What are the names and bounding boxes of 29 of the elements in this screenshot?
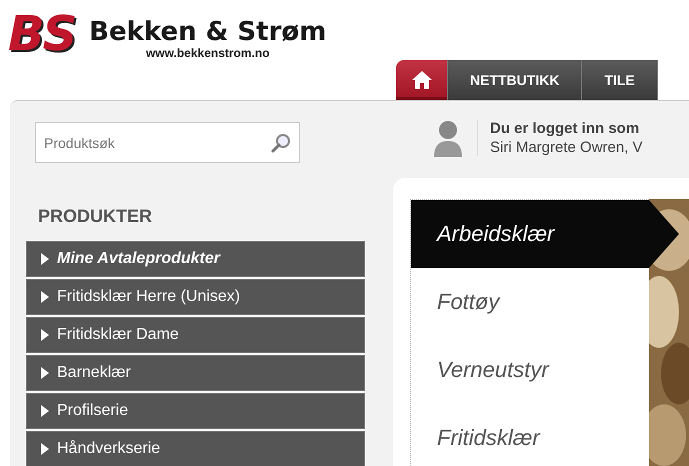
- website-url: www.bekkenstrom.no: [146, 46, 270, 60]
- triangle-icon: [41, 367, 49, 379]
- sidebar-item[interactable]: Mine Avtaleprodukter: [26, 241, 365, 277]
- home-icon: [410, 70, 432, 90]
- triangle-icon: [41, 443, 49, 455]
- triangle-icon: [41, 405, 49, 417]
- user-icon: [433, 119, 463, 157]
- category-item[interactable]: Verneutstyr: [411, 336, 649, 404]
- sidebar-item[interactable]: Profilserie: [26, 393, 365, 429]
- nav-tab[interactable]: NETTBUTIKK: [448, 60, 582, 100]
- sidebar-item[interactable]: Fritidsklær Herre (Unisex): [26, 279, 365, 315]
- user-name: Siri Margrete Owren, V: [490, 139, 643, 156]
- search-icon[interactable]: [270, 132, 292, 154]
- home-tab[interactable]: [396, 60, 448, 100]
- brand-name: Bekken & Strøm: [89, 18, 326, 46]
- nav-tab[interactable]: TILE: [582, 60, 658, 100]
- login-status: Du er logget inn som: [490, 120, 640, 137]
- sidebar-item[interactable]: Barneklær: [26, 355, 365, 391]
- logo-mark[interactable]: BS: [8, 8, 76, 60]
- triangle-icon: [41, 329, 49, 341]
- triangle-icon: [41, 291, 49, 303]
- category-item[interactable]: Fritidsklær: [411, 404, 649, 466]
- sidebar-item[interactable]: Fritidsklær Dame: [26, 317, 365, 353]
- search-field[interactable]: Produktsøk: [35, 122, 300, 163]
- section-title: PRODUKTER: [38, 206, 154, 227]
- category-item[interactable]: Fottøy: [411, 268, 649, 336]
- sidebar-item[interactable]: Håndverkserie: [26, 431, 365, 466]
- category-item[interactable]: Arbeidsklær: [411, 200, 679, 268]
- triangle-icon: [41, 253, 49, 265]
